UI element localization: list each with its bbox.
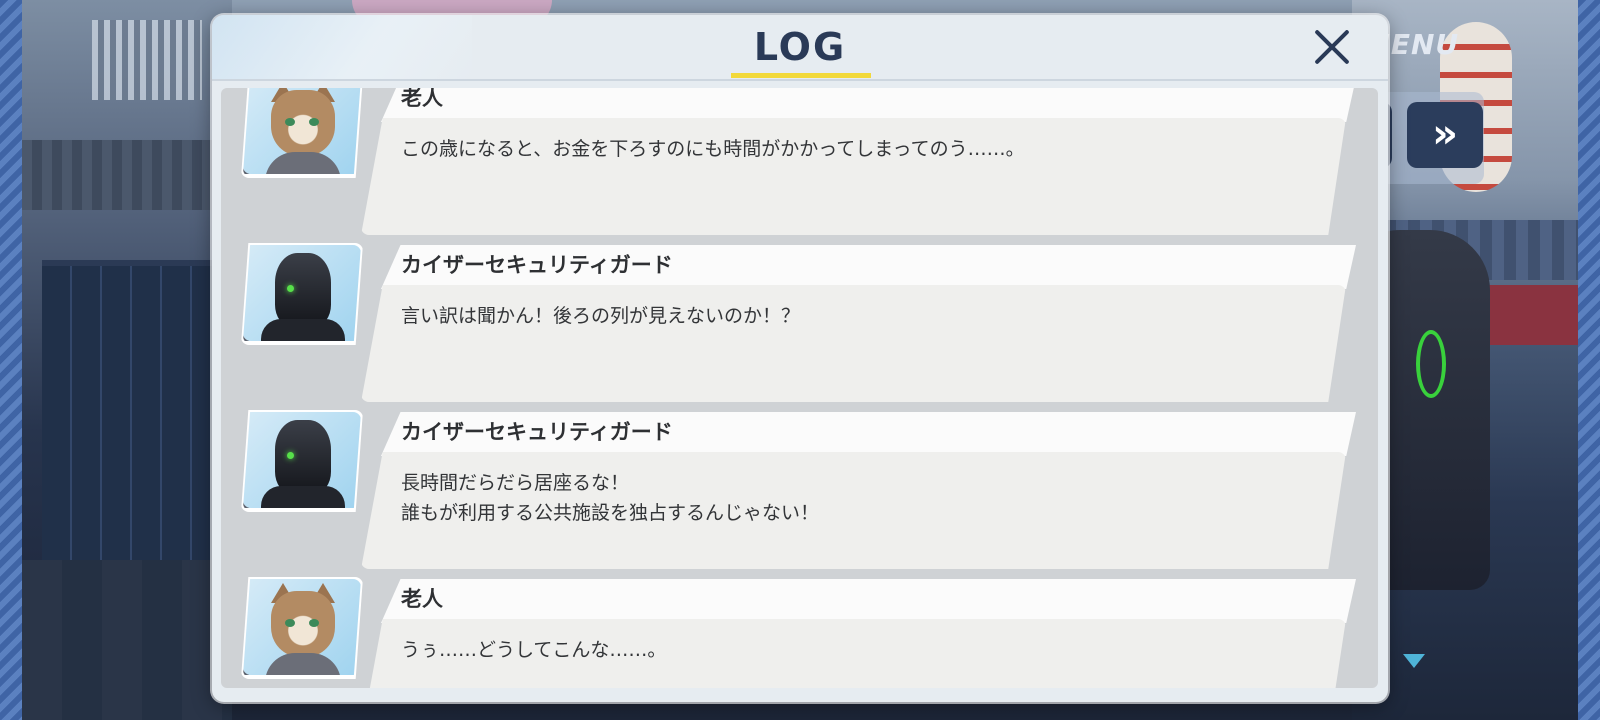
cat-elder-portrait — [243, 88, 361, 174]
close-icon[interactable] — [1312, 27, 1352, 67]
log-header: LOG — [212, 15, 1388, 81]
fast-forward-icon: » — [1432, 111, 1458, 157]
speaker-name: 老人 — [401, 88, 443, 110]
speaker-name: 老人 — [401, 587, 443, 611]
speaker-name: カイザーセキュリティガード — [401, 253, 673, 277]
cat-elder-portrait — [243, 579, 361, 675]
right-border-stripe — [1578, 0, 1600, 720]
fast-forward-button[interactable]: » — [1407, 102, 1483, 168]
dialog-line: 長時間だらだら居座るな！ — [401, 472, 630, 494]
dialog-line: この歳になると、お金を下ろすのにも時間がかかってしまってのう……。 — [401, 138, 1025, 160]
dialog-line: 言い訳は聞かん！後ろの列が見えないのか！？ — [401, 305, 801, 327]
log-entry: 老人 うぅ……どうしてこんな……。 — [221, 577, 1378, 688]
speaker-name: カイザーセキュリティガード — [401, 420, 673, 444]
dialog-line: うぅ……どうしてこんな……。 — [401, 639, 667, 661]
header-divider — [212, 79, 1388, 81]
log-title: LOG — [753, 25, 847, 69]
next-indicator-icon — [1403, 654, 1425, 668]
name-plate — [381, 579, 1356, 623]
log-entry: 老人 この歳になると、お金を下ろすのにも時間がかかってしまってのう……。 — [221, 88, 1378, 238]
dialog-line: 誰もが利用する公共施設を独占するんじゃない！ — [401, 502, 820, 524]
log-scroll-list[interactable]: 老人 この歳になると、お金を下ろすのにも時間がかかってしまってのう……。 カイザ… — [221, 88, 1378, 688]
title-underline — [731, 73, 871, 78]
log-dialog: LOG 老人 この歳になると、お金を下ろすのにも時間がかかってしまってのう……。… — [212, 15, 1388, 702]
log-entry: カイザーセキュリティガード 言い訳は聞かん！後ろの列が見えないのか！？ — [221, 243, 1378, 405]
robot-guard-portrait — [243, 412, 361, 508]
name-plate — [381, 88, 1356, 122]
left-border-stripe — [0, 0, 22, 720]
background-shop-left — [22, 0, 232, 720]
robot-guard-portrait — [243, 245, 361, 341]
log-entry: カイザーセキュリティガード 長時間だらだら居座るな！ 誰もが利用する公共施設を独… — [221, 410, 1378, 572]
